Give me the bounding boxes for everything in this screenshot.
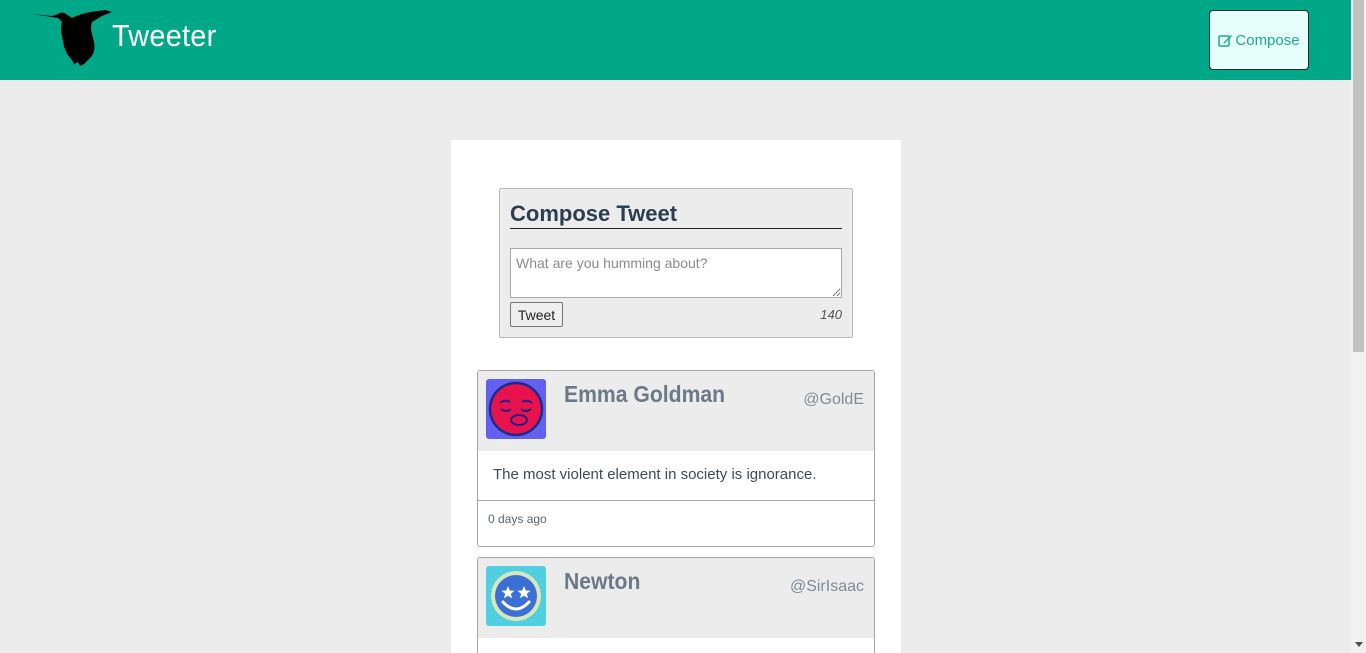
compose-button-label: Compose bbox=[1235, 31, 1300, 49]
compose-tweet-panel: Compose Tweet Tweet 140 bbox=[499, 188, 853, 338]
compose-tweet-title: Compose Tweet bbox=[510, 201, 842, 229]
tweet-author-handle: @GoldE bbox=[803, 391, 864, 408]
tweet-timestamp: 0 days ago bbox=[488, 512, 547, 526]
star-eyes-smiley-icon bbox=[486, 566, 546, 626]
edit-icon bbox=[1218, 35, 1233, 47]
tweet-header: Emma Goldman @GoldE bbox=[478, 371, 874, 451]
tweet-card: Emma Goldman @GoldE The most violent ele… bbox=[477, 370, 875, 547]
tweet-author-handle: @SirIsaac bbox=[789, 578, 864, 595]
tweet-card: Newton @SirIsaac bbox=[477, 557, 875, 653]
brand-title[interactable]: Tweeter bbox=[112, 18, 217, 54]
sleepy-red-face-icon bbox=[486, 379, 546, 439]
tweet-body-text: The most violent element in society is i… bbox=[478, 451, 874, 501]
top-navbar: Tweeter Compose bbox=[0, 0, 1351, 80]
scrollbar-thumb[interactable] bbox=[1353, 0, 1364, 352]
main-container: Compose Tweet Tweet 140 Emma Goldman @Go… bbox=[451, 140, 901, 653]
tweet-text-input[interactable] bbox=[510, 248, 842, 298]
hummingbird-logo-icon bbox=[32, 10, 112, 66]
character-counter: 140 bbox=[820, 307, 842, 322]
tweet-header: Newton @SirIsaac bbox=[478, 558, 874, 638]
compose-button[interactable]: Compose bbox=[1209, 10, 1309, 70]
vertical-scrollbar[interactable] bbox=[1351, 0, 1366, 653]
tweet-author-name: Emma Goldman bbox=[564, 381, 726, 407]
scroll-down-arrow-icon[interactable] bbox=[1355, 642, 1363, 647]
tweet-author-name: Newton bbox=[564, 568, 641, 594]
tweet-submit-button[interactable]: Tweet bbox=[510, 302, 563, 327]
